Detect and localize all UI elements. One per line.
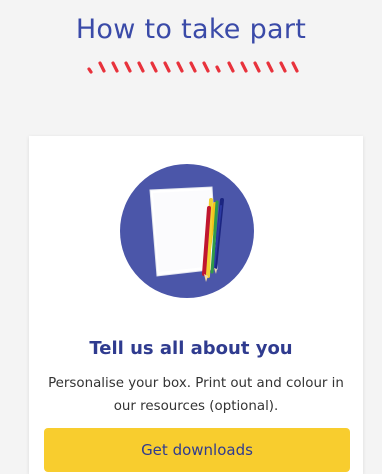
card-description: Personalise your box. Print out and colo… xyxy=(48,376,344,414)
paper-and-pencils-icon xyxy=(120,164,254,298)
section-heading: How to take part xyxy=(75,14,307,45)
how-to-take-part-section: How to take part Tell us all about you P… xyxy=(0,0,382,474)
squiggle-decoration-icon xyxy=(87,61,299,74)
card-title: Tell us all about you xyxy=(89,338,293,359)
get-downloads-button[interactable]: Get downloads xyxy=(44,428,350,472)
